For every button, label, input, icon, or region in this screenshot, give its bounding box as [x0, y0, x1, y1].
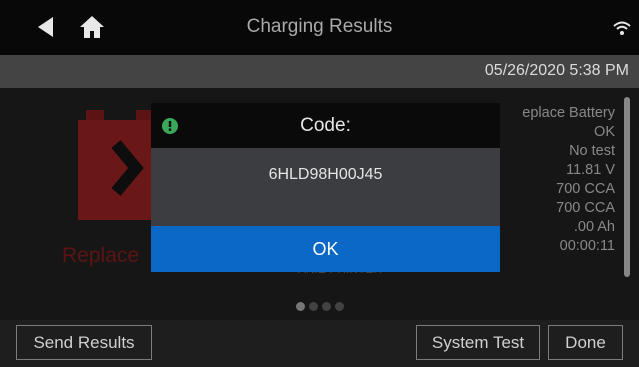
date-bar: 05/26/2020 5:38 PM: [0, 55, 639, 88]
system-test-button[interactable]: System Test: [416, 325, 540, 360]
top-bar: Charging Results: [0, 0, 639, 55]
dialog-body: 6HLD98H00J45: [151, 148, 500, 226]
send-results-button[interactable]: Send Results: [16, 325, 152, 360]
ok-button[interactable]: OK: [151, 226, 500, 272]
wifi-icon: [613, 21, 631, 35]
datetime-label: 05/26/2020 5:38 PM: [484, 62, 629, 79]
page-title: Charging Results: [246, 16, 393, 37]
dialog-title: Code:: [300, 115, 351, 136]
dialog-header: Code:: [151, 103, 500, 148]
code-dialog: Code: 6HLD98H00J45 OK: [151, 103, 500, 272]
code-value: 6HLD98H00J45: [268, 166, 383, 183]
done-button[interactable]: Done: [548, 325, 623, 360]
